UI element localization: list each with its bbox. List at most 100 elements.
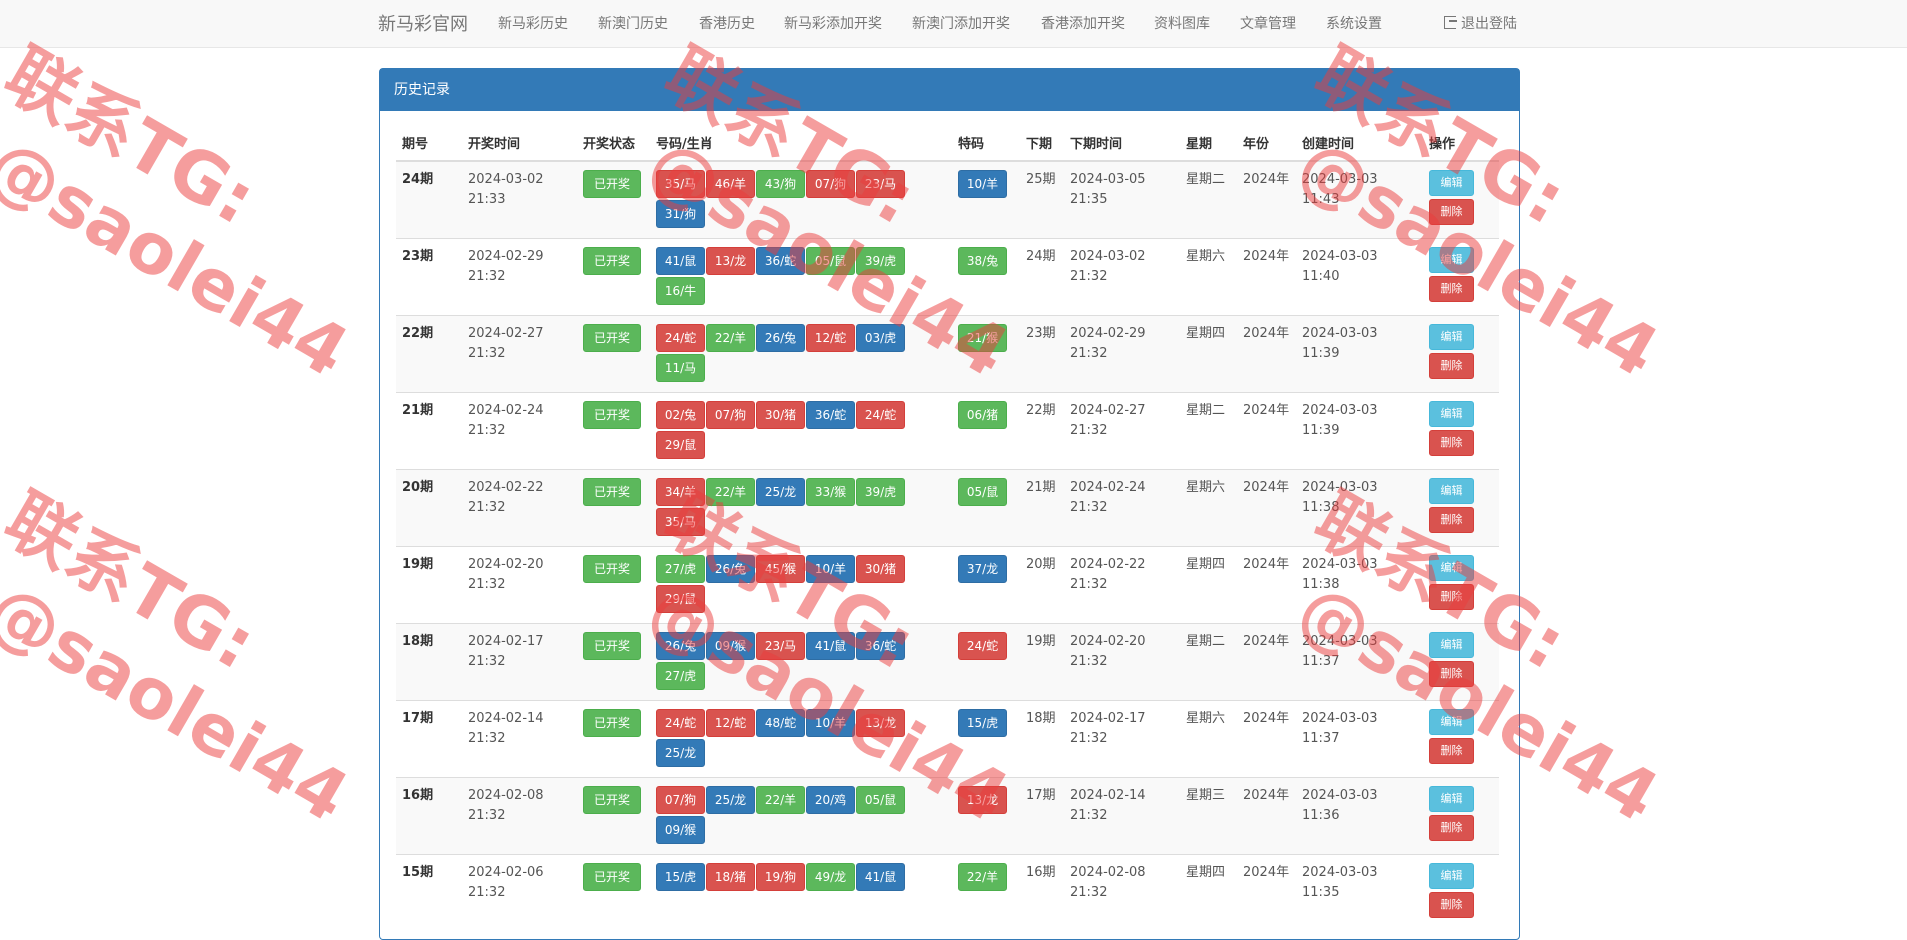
next-period-cell: 25期 — [1020, 160, 1064, 239]
status-cell: 已开奖 — [577, 777, 650, 855]
watermark-text: 联系TG: @saolei44 — [0, 20, 412, 393]
draw-time-cell: 2024-02-14 21:32 — [462, 700, 577, 778]
edit-button[interactable]: 编辑 — [1429, 632, 1474, 658]
status-badge: 已开奖 — [583, 555, 641, 583]
status-badge: 已开奖 — [583, 324, 641, 352]
created-time-cell: 2024-03-03 11:40 — [1296, 238, 1423, 316]
edit-button[interactable]: 编辑 — [1429, 478, 1474, 504]
edit-button[interactable]: 编辑 — [1429, 555, 1474, 581]
period-cell: 20期 — [396, 469, 462, 547]
period-cell: 23期 — [396, 238, 462, 316]
number-ball: 07/狗 — [706, 401, 755, 429]
nav-macau-add[interactable]: 新澳门添加开奖 — [912, 13, 1010, 33]
watermark-line2: @saolei44 — [0, 567, 362, 839]
nav-gallery[interactable]: 资料图库 — [1154, 13, 1210, 33]
actions-cell: 编辑 删除 — [1423, 700, 1499, 778]
status-badge: 已开奖 — [583, 709, 641, 737]
nav-macau-history[interactable]: 新澳门历史 — [598, 13, 668, 33]
table-row: 16期 2024-02-08 21:32 已开奖 07/狗 25/龙 22/羊 20/鸡 05… — [396, 777, 1499, 855]
special-ball: 38/兔 — [958, 247, 1007, 275]
number-ball: 25/龙 — [706, 786, 755, 814]
number-ball: 33/猴 — [806, 478, 855, 506]
next-time-cell: 2024-02-24 21:32 — [1064, 469, 1180, 547]
number-ball: 11/马 — [656, 354, 705, 382]
watermark-text: 联系TG: @saolei44 — [0, 465, 412, 838]
actions-cell: 编辑 删除 — [1423, 315, 1499, 393]
special-cell: 10/羊 — [952, 160, 1020, 239]
next-period-cell: 24期 — [1020, 238, 1064, 316]
balls-cell: 35/马 46/羊 43/狗 07/狗 23/马 31/狗 — [650, 160, 952, 239]
col-next: 下期 — [1020, 127, 1064, 162]
year-cell: 2024年 — [1237, 854, 1296, 929]
special-ball: 10/羊 — [958, 170, 1007, 198]
actions-cell: 编辑 删除 — [1423, 777, 1499, 855]
number-ball: 22/羊 — [756, 786, 805, 814]
special-cell: 05/鼠 — [952, 469, 1020, 547]
table-row: 24期 2024-03-02 21:33 已开奖 35/马 46/羊 43/狗 07/狗 23… — [396, 160, 1499, 239]
brand-link[interactable]: 新马彩官网 — [378, 10, 468, 36]
nav-articles[interactable]: 文章管理 — [1240, 13, 1296, 33]
logout-link[interactable]: 退出登陆 — [1444, 13, 1517, 33]
status-cell: 已开奖 — [577, 854, 650, 929]
next-time-cell: 2024-03-05 21:35 — [1064, 160, 1180, 239]
delete-button[interactable]: 删除 — [1429, 276, 1474, 302]
number-ball: 39/虎 — [856, 478, 905, 506]
balls-cell: 07/狗 25/龙 22/羊 20/鸡 05/鼠 09/猴 — [650, 777, 952, 855]
delete-button[interactable]: 删除 — [1429, 815, 1474, 841]
nav-xinma-history[interactable]: 新马彩历史 — [498, 13, 568, 33]
delete-button[interactable]: 删除 — [1429, 584, 1474, 610]
delete-button[interactable]: 删除 — [1429, 661, 1474, 687]
special-cell: 21/猴 — [952, 315, 1020, 393]
created-time-cell: 2024-03-03 11:39 — [1296, 392, 1423, 470]
number-ball: 25/龙 — [756, 478, 805, 506]
number-ball: 30/猪 — [856, 555, 905, 583]
draw-time-cell: 2024-02-29 21:32 — [462, 238, 577, 316]
col-balls: 号码/生肖 — [650, 127, 952, 162]
draw-time-cell: 2024-02-17 21:32 — [462, 623, 577, 701]
number-ball: 12/蛇 — [706, 709, 755, 737]
number-ball: 26/兔 — [756, 324, 805, 352]
status-badge: 已开奖 — [583, 247, 641, 275]
special-ball: 22/羊 — [958, 863, 1007, 891]
delete-button[interactable]: 删除 — [1429, 507, 1474, 533]
actions-cell: 编辑 删除 — [1423, 238, 1499, 316]
number-ball: 35/马 — [656, 508, 705, 536]
col-draw-time: 开奖时间 — [462, 127, 577, 162]
edit-button[interactable]: 编辑 — [1429, 863, 1474, 889]
watermark-line2: @saolei44 — [0, 122, 362, 394]
nav-hk-add[interactable]: 香港添加开奖 — [1041, 13, 1125, 33]
edit-button[interactable]: 编辑 — [1429, 324, 1474, 350]
special-cell: 38/兔 — [952, 238, 1020, 316]
nav-hk-history[interactable]: 香港历史 — [699, 13, 755, 33]
next-period-cell: 18期 — [1020, 700, 1064, 778]
balls-cell: 27/虎 26/兔 45/猴 10/羊 30/猪 29/鼠 — [650, 546, 952, 624]
status-cell: 已开奖 — [577, 160, 650, 239]
period-cell: 22期 — [396, 315, 462, 393]
balls-cell: 41/鼠 13/龙 36/蛇 05/鼠 39/虎 16/牛 — [650, 238, 952, 316]
nav-xinma-add[interactable]: 新马彩添加开奖 — [784, 13, 882, 33]
delete-button[interactable]: 删除 — [1429, 199, 1474, 225]
number-ball: 49/龙 — [806, 863, 855, 891]
draw-time-cell: 2024-02-06 21:32 — [462, 854, 577, 929]
draw-time-cell: 2024-02-22 21:32 — [462, 469, 577, 547]
edit-button[interactable]: 编辑 — [1429, 401, 1474, 427]
special-ball: 05/鼠 — [958, 478, 1007, 506]
col-special: 特码 — [952, 127, 1020, 162]
delete-button[interactable]: 删除 — [1429, 738, 1474, 764]
col-next-time: 下期时间 — [1064, 127, 1180, 162]
created-time-cell: 2024-03-03 11:37 — [1296, 623, 1423, 701]
year-cell: 2024年 — [1237, 392, 1296, 470]
special-cell: 37/龙 — [952, 546, 1020, 624]
edit-button[interactable]: 编辑 — [1429, 247, 1474, 273]
status-cell: 已开奖 — [577, 623, 650, 701]
edit-button[interactable]: 编辑 — [1429, 709, 1474, 735]
period-cell: 18期 — [396, 623, 462, 701]
edit-button[interactable]: 编辑 — [1429, 786, 1474, 812]
nav-settings[interactable]: 系统设置 — [1326, 13, 1382, 33]
delete-button[interactable]: 删除 — [1429, 353, 1474, 379]
number-ball: 03/虎 — [856, 324, 905, 352]
edit-button[interactable]: 编辑 — [1429, 170, 1474, 196]
delete-button[interactable]: 删除 — [1429, 430, 1474, 456]
delete-button[interactable]: 删除 — [1429, 892, 1474, 918]
status-cell: 已开奖 — [577, 546, 650, 624]
